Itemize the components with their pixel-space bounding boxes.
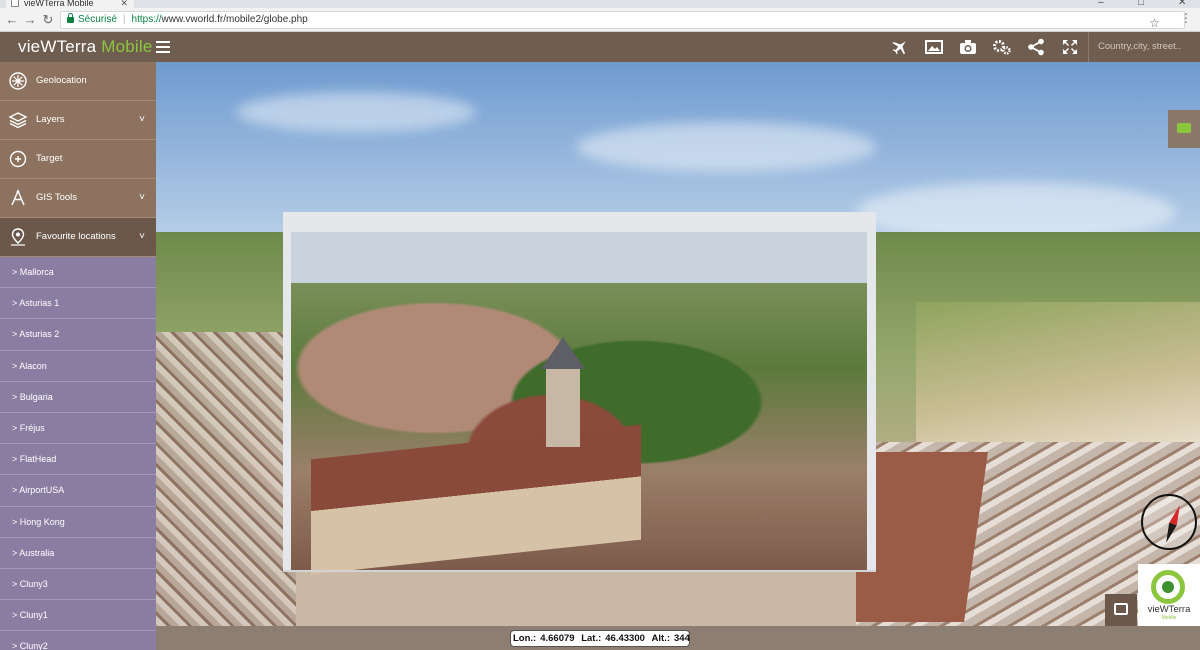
- sidebar-item-label: Layers: [36, 114, 65, 125]
- chevron-down-icon: ˅: [139, 114, 145, 125]
- sidebar: Geolocation Layers ˅ Target GIS Tools ˅ …: [0, 62, 156, 650]
- screenshot-button[interactable]: [1105, 594, 1137, 626]
- hamburger-menu-icon[interactable]: [156, 41, 170, 53]
- fullscreen-icon[interactable]: [1060, 37, 1080, 57]
- browser-tab[interactable]: vieWTerra Mobile ✕: [6, 0, 134, 8]
- panel-toggle-icon: [1177, 123, 1191, 133]
- compass-north-needle: [1169, 503, 1184, 526]
- chevron-down-icon: ˅: [139, 192, 145, 203]
- chevron-down-icon: ˅: [139, 231, 145, 242]
- lat-label: Lat.:: [581, 633, 602, 644]
- sidebar-item-label: Target: [36, 153, 63, 164]
- airplane-icon[interactable]: [890, 37, 910, 57]
- sidebar-item-label: Favourite locations: [36, 231, 116, 242]
- back-icon[interactable]: ←: [4, 12, 20, 28]
- compass-icon[interactable]: [1141, 494, 1197, 550]
- viewterra-logo: vieWTerra Mobile: [1138, 564, 1200, 626]
- logo-mark: [1151, 570, 1185, 604]
- forward-icon[interactable]: →: [22, 12, 38, 28]
- side-panel-toggle[interactable]: [1168, 110, 1200, 148]
- coordinates-readout: Lon.: 4.66079 Lat.: 46.43300 Alt.: 344: [510, 630, 690, 647]
- brand-main: vieWTerra: [18, 37, 97, 56]
- layers-icon: [8, 112, 28, 129]
- browser-tab-title: vieWTerra Mobile: [24, 0, 94, 8]
- address-bar: ← → ↻ Sécurisé | https://www.vworld.fr/mob…: [0, 8, 1200, 32]
- secure-label: Sécurisé: [78, 14, 117, 25]
- favourite-item[interactable]: > Cluny1: [0, 600, 156, 632]
- logo-subtext: Mobile: [1161, 615, 1177, 621]
- sidebar-item-target[interactable]: Target: [0, 140, 156, 179]
- favourite-item[interactable]: > Cluny3: [0, 568, 156, 601]
- gis-tools-icon: [11, 189, 25, 206]
- sidebar-item-favourite-locations[interactable]: Favourite locations ˅: [0, 218, 156, 257]
- bell-tower-roof: [541, 337, 585, 369]
- plaza: [296, 572, 856, 626]
- sidebar-item-geolocation[interactable]: Geolocation: [0, 62, 156, 101]
- target-icon: [9, 150, 27, 168]
- photo-edge: [283, 570, 876, 572]
- image-icon[interactable]: [924, 37, 944, 57]
- favourite-item[interactable]: > Alacon: [0, 350, 156, 382]
- geolocation-icon: [9, 72, 27, 90]
- bell-tower: [546, 367, 580, 447]
- favourite-item[interactable]: > FlatHead: [0, 444, 156, 476]
- sidebar-item-label: GIS Tools: [36, 192, 78, 203]
- screen-capture-icon: [1114, 603, 1128, 615]
- favourite-item[interactable]: > AirportUSA: [0, 475, 156, 507]
- page-favicon-icon: [11, 0, 19, 7]
- sidebar-item-label: Geolocation: [36, 75, 87, 86]
- location-search-input[interactable]: Country,city, street..: [1088, 32, 1200, 62]
- favourite-item[interactable]: > Cluny2: [0, 631, 156, 650]
- status-bar: Lon.: 4.66079 Lat.: 46.43300 Alt.: 344: [156, 626, 1200, 650]
- favourite-item[interactable]: > Australia: [0, 537, 156, 569]
- close-tab-icon[interactable]: ✕: [120, 0, 128, 8]
- sidebar-item-gis-tools[interactable]: GIS Tools ˅: [0, 179, 156, 218]
- lock-icon: [67, 13, 74, 23]
- favourite-item[interactable]: > Hong Kong: [0, 506, 156, 538]
- cloud: [576, 122, 876, 172]
- app-brand: vieWTerra Mobile: [18, 37, 153, 57]
- bookmark-star-icon[interactable]: ☆: [1149, 15, 1160, 31]
- maximize-window-icon[interactable]: □: [1138, 0, 1144, 8]
- app-header: vieWTerra Mobile Country,city, street..: [0, 32, 1200, 62]
- url-protocol: https://: [131, 14, 162, 25]
- alt-value: 344: [674, 633, 690, 644]
- favourite-item[interactable]: > Asturias 1: [0, 288, 156, 320]
- globe-viewport[interactable]: vieWTerra Mobile: [156, 62, 1200, 626]
- sidebar-item-layers[interactable]: Layers ˅: [0, 101, 156, 140]
- lat-value: 46.43300: [605, 633, 645, 644]
- favourite-item[interactable]: > Bulgaria: [0, 381, 156, 413]
- favourite-item[interactable]: > Fréjus: [0, 412, 156, 445]
- terrain-fields: [916, 302, 1200, 442]
- reload-icon[interactable]: ↻: [40, 12, 56, 28]
- share-icon[interactable]: [1026, 37, 1046, 57]
- url-field[interactable]: Sécurisé | https://www.vworld.fr/mobile2/g…: [60, 11, 1185, 31]
- logo-text: vieWTerra: [1147, 604, 1191, 615]
- alt-label: Alt.:: [651, 633, 670, 644]
- url-path: www.vworld.fr/mobile2/globe.php: [161, 14, 308, 25]
- aerial-photo-overlay[interactable]: [283, 212, 876, 575]
- cloud: [236, 92, 476, 132]
- settings-icon[interactable]: [992, 37, 1012, 57]
- favourite-item[interactable]: > Mallorca: [0, 257, 156, 289]
- lon-value: 4.66079: [540, 633, 575, 644]
- abbey-building: [311, 424, 641, 575]
- url-separator: |: [122, 14, 126, 25]
- browser-menu-icon[interactable]: ⋮: [1180, 11, 1192, 25]
- minimize-window-icon[interactable]: –: [1098, 0, 1104, 8]
- favourite-item[interactable]: > Asturias 2: [0, 319, 156, 351]
- lon-label: Lon.:: [513, 633, 537, 644]
- browser-tab-strip: vieWTerra Mobile ✕ – □ ✕: [0, 0, 1200, 8]
- compass-south-needle: [1162, 522, 1177, 545]
- close-window-icon[interactable]: ✕: [1178, 0, 1186, 8]
- map-pin-icon: [11, 228, 25, 246]
- camera-icon[interactable]: [958, 37, 978, 57]
- brand-accent: Mobile: [101, 37, 153, 56]
- aerial-photo-image: [291, 232, 867, 575]
